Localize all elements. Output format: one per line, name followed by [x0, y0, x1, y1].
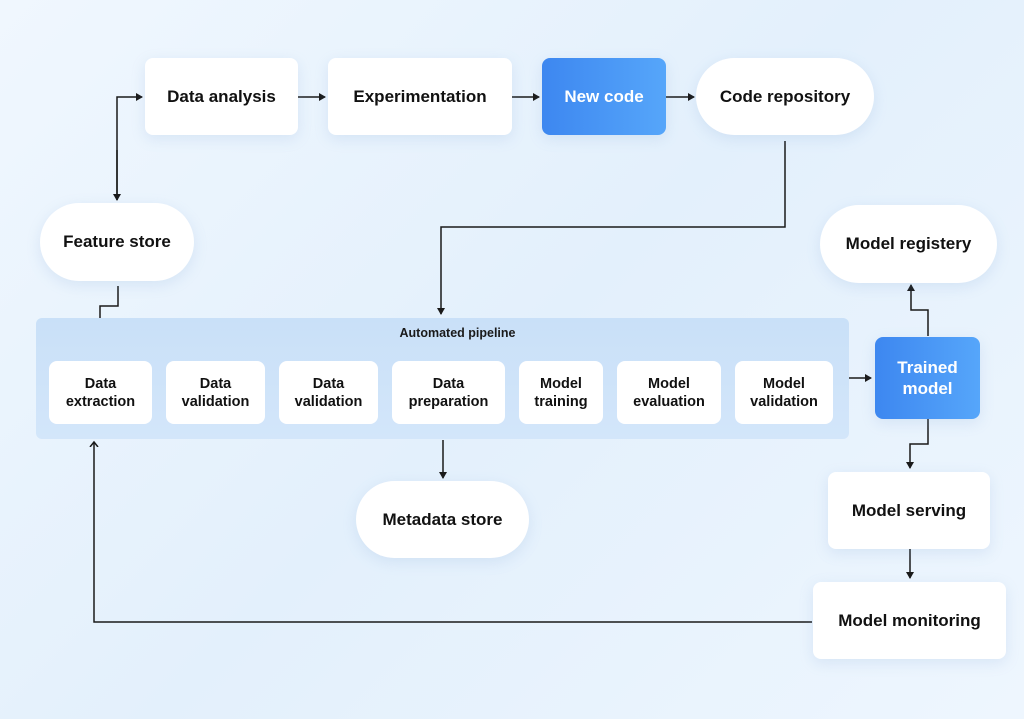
- node-model-serving: Model serving: [828, 472, 990, 549]
- node-feature-store: Feature store: [40, 203, 194, 281]
- edge-trained-to-serving: [906, 419, 929, 469]
- node-label-line2: model: [902, 379, 953, 398]
- node-label: Experimentation: [353, 86, 487, 106]
- edge-trained-to-registry: [907, 284, 929, 336]
- node-label: Code repository: [719, 86, 851, 106]
- step-label-line2: training: [534, 393, 588, 410]
- node-model-monitoring: Model monitoring: [813, 582, 1006, 659]
- step-label-line1: Data: [199, 375, 232, 392]
- node-label: Feature store: [63, 232, 171, 251]
- step-data-validation-1: Data validation: [166, 361, 265, 424]
- step-model-evaluation: Model evaluation: [617, 361, 721, 424]
- edge-feature-to-analysis: [116, 93, 143, 200]
- node-label: Data analysis: [167, 86, 276, 106]
- node-model-registry: Model registery: [820, 205, 997, 283]
- step-data-preparation: Data preparation: [392, 361, 505, 424]
- edge-repo-to-pipeline: [437, 141, 786, 315]
- node-trained-model: Trained model: [875, 337, 980, 419]
- node-label-line1: Trained: [897, 358, 958, 377]
- step-label-line2: extraction: [65, 393, 136, 410]
- step-data-validation-2: Data validation: [279, 361, 378, 424]
- node-experimentation: Experimentation: [328, 58, 512, 135]
- step-label-line1: Model: [648, 375, 690, 392]
- step-label-line2: evaluation: [633, 393, 705, 410]
- node-label: Model registery: [845, 234, 972, 253]
- node-label: Model serving: [851, 500, 967, 520]
- step-model-validation: Model validation: [735, 361, 833, 424]
- step-label-line2: validation: [750, 393, 818, 410]
- node-label: Metadata store: [382, 509, 503, 529]
- node-label: New code: [564, 86, 644, 106]
- step-label-line2: validation: [181, 393, 250, 410]
- node-code-repository: Code repository: [696, 58, 874, 135]
- step-label-line2: validation: [294, 393, 363, 410]
- step-label-line2: preparation: [408, 393, 489, 410]
- step-label-line1: Data: [84, 375, 117, 392]
- step-data-extraction: Data extraction: [49, 361, 152, 424]
- step-model-training: Model training: [519, 361, 603, 424]
- node-metadata-store: Metadata store: [356, 481, 529, 558]
- step-label-line1: Data: [432, 375, 465, 392]
- step-label-line1: Model: [540, 375, 582, 392]
- node-data-analysis: Data analysis: [145, 58, 298, 135]
- step-label-line1: Model: [763, 375, 805, 392]
- pipeline-label: Automated pipeline: [399, 326, 516, 340]
- node-label: Model monitoring: [838, 610, 981, 630]
- step-label-line1: Data: [312, 375, 345, 392]
- node-new-code: New code: [542, 58, 666, 135]
